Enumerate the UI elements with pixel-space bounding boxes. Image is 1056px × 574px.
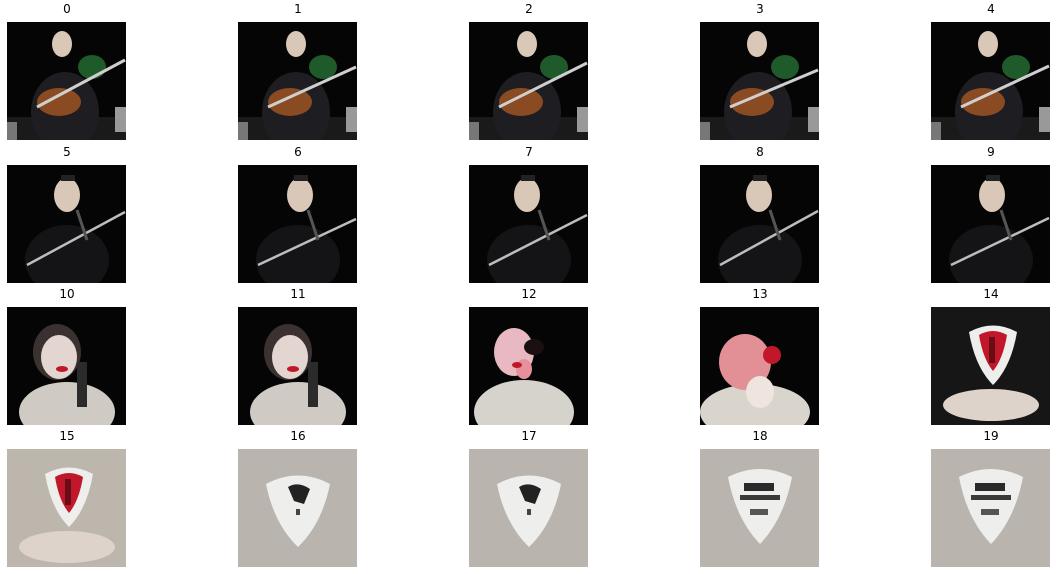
frame-label: 5 bbox=[63, 145, 71, 159]
frame-image bbox=[238, 449, 357, 567]
image-grid: 0 1 2 3 4 5 6 7 8 9 10 11 12 13 14 15 16… bbox=[0, 0, 1056, 574]
frame-image bbox=[931, 165, 1050, 283]
frame-label: 14 bbox=[983, 287, 999, 301]
frame-cell: 1 bbox=[238, 0, 358, 140]
frame-cell: 12 bbox=[469, 285, 589, 425]
frame-label: 3 bbox=[756, 2, 764, 16]
frame-label: 6 bbox=[294, 145, 302, 159]
frame-label: 8 bbox=[756, 145, 764, 159]
frame-image bbox=[7, 449, 126, 567]
frame-label: 12 bbox=[521, 287, 537, 301]
frame-image bbox=[238, 165, 357, 283]
frame-image bbox=[238, 22, 357, 140]
frame-cell: 11 bbox=[238, 285, 358, 425]
frame-cell: 2 bbox=[469, 0, 589, 140]
frame-cell: 9 bbox=[931, 143, 1051, 283]
frame-label: 7 bbox=[525, 145, 533, 159]
frame-label: 15 bbox=[59, 429, 75, 443]
frame-image bbox=[469, 22, 588, 140]
frame-image bbox=[700, 449, 819, 567]
frame-cell: 19 bbox=[931, 427, 1051, 567]
frame-cell: 4 bbox=[931, 0, 1051, 140]
frame-cell: 18 bbox=[700, 427, 820, 567]
frame-cell: 16 bbox=[238, 427, 358, 567]
frame-cell: 6 bbox=[238, 143, 358, 283]
frame-image bbox=[931, 22, 1050, 140]
frame-image bbox=[931, 307, 1050, 425]
frame-cell: 10 bbox=[7, 285, 127, 425]
frame-cell: 0 bbox=[7, 0, 127, 140]
frame-label: 10 bbox=[59, 287, 75, 301]
frame-image bbox=[469, 165, 588, 283]
frame-cell: 17 bbox=[469, 427, 589, 567]
frame-label: 2 bbox=[525, 2, 533, 16]
frame-cell: 5 bbox=[7, 143, 127, 283]
frame-image bbox=[7, 307, 126, 425]
frame-image bbox=[469, 449, 588, 567]
frame-label: 13 bbox=[752, 287, 768, 301]
frame-label: 19 bbox=[983, 429, 999, 443]
frame-label: 9 bbox=[987, 145, 995, 159]
frame-label: 4 bbox=[987, 2, 995, 16]
frame-image bbox=[700, 165, 819, 283]
frame-cell: 3 bbox=[700, 0, 820, 140]
frame-label: 18 bbox=[752, 429, 768, 443]
frame-label: 0 bbox=[63, 2, 71, 16]
frame-image bbox=[7, 165, 126, 283]
frame-cell: 7 bbox=[469, 143, 589, 283]
frame-label: 1 bbox=[294, 2, 302, 16]
frame-cell: 14 bbox=[931, 285, 1051, 425]
frame-image bbox=[7, 22, 126, 140]
frame-image bbox=[931, 449, 1050, 567]
frame-image bbox=[700, 22, 819, 140]
frame-label: 11 bbox=[290, 287, 306, 301]
frame-image bbox=[700, 307, 819, 425]
frame-cell: 15 bbox=[7, 427, 127, 567]
frame-cell: 8 bbox=[700, 143, 820, 283]
frame-image bbox=[238, 307, 357, 425]
frame-image bbox=[469, 307, 588, 425]
frame-cell: 13 bbox=[700, 285, 820, 425]
frame-label: 16 bbox=[290, 429, 306, 443]
frame-label: 17 bbox=[521, 429, 537, 443]
